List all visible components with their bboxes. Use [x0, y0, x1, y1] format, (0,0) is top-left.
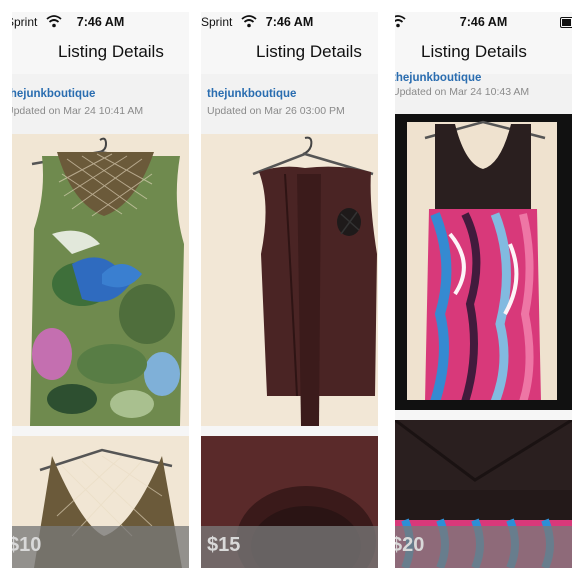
seller-info: thejunkboutique Updated on Mar 24 10:43 … [395, 72, 572, 114]
clock: 7:46 AM [76, 15, 125, 29]
seller-info: thejunkboutique Updated on Mar 26 03:00 … [201, 74, 378, 134]
clock: 7:46 AM [459, 15, 508, 29]
updated-timestamp: Updated on Mar 24 10:43 AM [395, 86, 530, 98]
price-bar: $20 [395, 526, 572, 568]
seller-info: thejunkboutique Updated on Mar 24 10:41 … [12, 74, 189, 134]
updated-timestamp: Updated on Mar 24 10:41 AM [12, 105, 144, 117]
price-label: $20 [395, 534, 425, 556]
battery-icon [560, 17, 572, 28]
page-title: Listing Details [421, 42, 527, 61]
updated-timestamp: Updated on Mar 26 03:00 PM [207, 105, 345, 117]
listing-photo[interactable] [395, 114, 572, 410]
page-title: Listing Details [58, 42, 164, 61]
nav-bar: Listing Details [12, 32, 189, 75]
status-bar: Sprint 7:46 AM [12, 12, 189, 32]
page-title: Listing Details [256, 42, 362, 61]
clock: 7:46 AM [265, 15, 314, 29]
price-bar: $10 [12, 526, 189, 568]
seller-link[interactable]: thejunkboutique [12, 88, 95, 100]
listing-photo[interactable] [201, 134, 378, 426]
price-label: $10 [12, 534, 42, 556]
price-label: $15 [207, 534, 241, 556]
nav-bar: Listing Details [201, 32, 378, 75]
screen-3: 7:46 AM Listing Details thejunkboutique … [395, 12, 572, 568]
screen-2: Sprint 7:46 AM Listing Details thejunkbo… [201, 12, 378, 568]
seller-link[interactable]: thejunkboutique [395, 72, 481, 84]
seller-link[interactable]: thejunkboutique [207, 88, 296, 100]
listing-photo[interactable] [12, 134, 189, 426]
status-bar: 7:46 AM [395, 12, 572, 32]
nav-bar: Listing Details [395, 32, 572, 75]
price-bar: $15 [201, 526, 378, 568]
status-bar: Sprint 7:46 AM [201, 12, 378, 32]
screen-1: Sprint 7:46 AM Listing Details thejunkbo… [12, 12, 189, 568]
